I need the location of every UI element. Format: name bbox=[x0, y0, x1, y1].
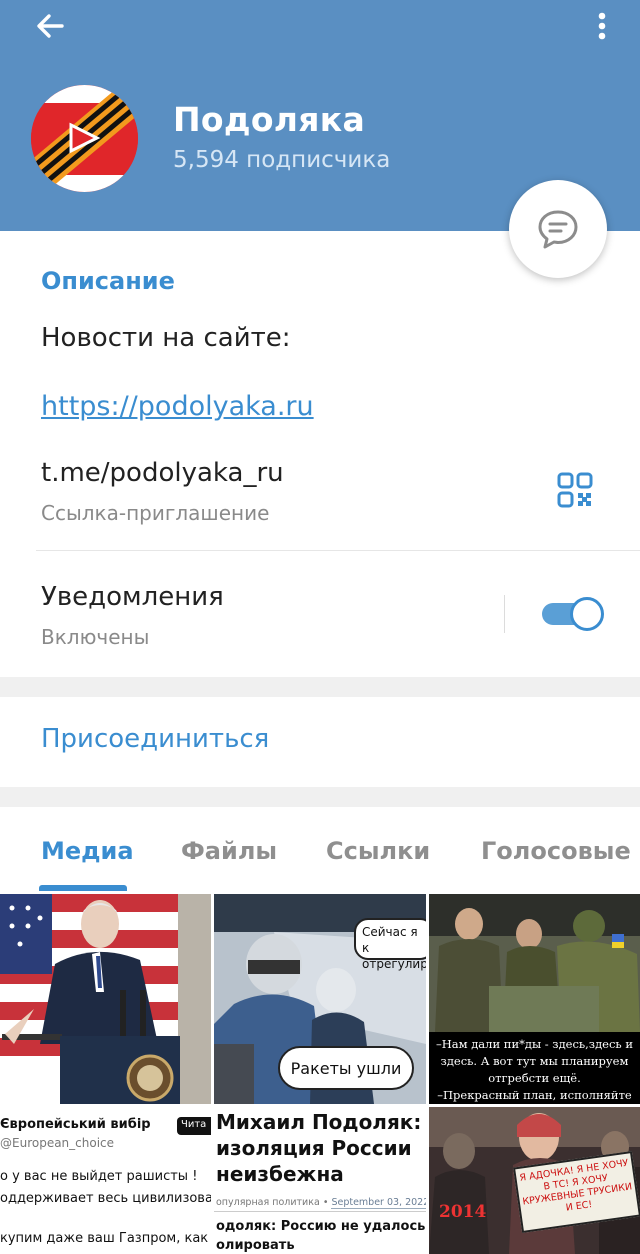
description-text: Новости на сайте: bbox=[41, 323, 291, 353]
media-thumbnail[interactable]: Сейчас я к отрегулир Ракеты ушли bbox=[214, 894, 426, 1104]
media-thumbnail[interactable]: –Нам дали пи*ды - здесь,здесь и здесь. А… bbox=[429, 894, 640, 1104]
article-meta: опулярная политика • September 03, 2022 bbox=[216, 1197, 426, 1209]
media-grid: Сейчас я к отрегулир Ракеты ушли –Нам да… bbox=[0, 894, 640, 1254]
meme-caption: –Нам дали пи*ды - здесь,здесь и здесь. А… bbox=[429, 1032, 640, 1104]
invite-link[interactable]: t.me/podolyaka_ru bbox=[41, 458, 284, 488]
qr-code-icon bbox=[557, 472, 593, 508]
article-category: опулярная политика bbox=[216, 1197, 320, 1208]
channel-logo bbox=[31, 85, 138, 192]
subheadline-line: одоляк: Россию не удалось bbox=[216, 1219, 426, 1234]
channel-title: Подоляка bbox=[173, 100, 366, 139]
vertical-separator bbox=[504, 595, 505, 633]
subscriber-count: 5,594 подписчика bbox=[173, 147, 391, 173]
headline-line: Михаил Подоляк: bbox=[216, 1110, 422, 1134]
back-button[interactable] bbox=[30, 6, 70, 46]
caption-line: –Прекрасный план, исполняйте bbox=[437, 1088, 632, 1102]
kebab-menu-icon bbox=[598, 12, 606, 40]
photo-podium bbox=[0, 894, 211, 1104]
channel-info-section: Описание Новости на сайте: https://podol… bbox=[0, 231, 640, 677]
chat-bubble-icon bbox=[538, 210, 578, 249]
notifications-toggle[interactable] bbox=[542, 597, 604, 631]
site-link[interactable]: https://podolyaka.ru bbox=[41, 391, 314, 422]
headline-line: изоляция России bbox=[216, 1136, 412, 1160]
caption-line: здесь. А вот тут мы планируем bbox=[440, 1054, 629, 1068]
post-text: оддерживает весь цивилизованн bbox=[0, 1191, 211, 1206]
photo-map-meeting bbox=[429, 894, 640, 1032]
tab-files[interactable]: Файлы bbox=[181, 837, 277, 865]
article-headline: Михаил Подоляк: изоляция России неизбежн… bbox=[216, 1109, 426, 1187]
headline-line: неизбежна bbox=[216, 1162, 344, 1186]
media-thumbnail[interactable]: Європейський вибір @European_choice Чита… bbox=[0, 1107, 211, 1254]
toggle-knob bbox=[570, 597, 604, 631]
media-thumbnail[interactable]: Михаил Подоляк: изоляция России неизбежн… bbox=[214, 1107, 426, 1254]
notifications-status: Включены bbox=[41, 625, 150, 649]
divider bbox=[214, 1211, 426, 1212]
join-row: Присоединиться bbox=[0, 697, 640, 787]
join-button[interactable]: Присоединиться bbox=[41, 724, 269, 754]
divider bbox=[36, 550, 640, 551]
speech-bubble: Сейчас я к отрегулир bbox=[354, 918, 426, 971]
post-author: Європейський вибір bbox=[0, 1117, 151, 1132]
speech-bubble: Ракеты ушли bbox=[278, 1046, 414, 1090]
description-heading: Описание bbox=[41, 267, 175, 295]
tab-voice[interactable]: Голосовые bbox=[481, 837, 631, 865]
article-date: September 03, 2022 bbox=[331, 1197, 426, 1209]
post-text: купим даже ваш Газпром, как ку bbox=[0, 1231, 211, 1246]
tab-links[interactable]: Ссылки bbox=[326, 837, 430, 865]
active-tab-indicator bbox=[39, 885, 127, 891]
more-options-button[interactable] bbox=[590, 6, 614, 46]
follow-badge: Чита bbox=[177, 1117, 211, 1135]
post-handle: @European_choice bbox=[0, 1136, 115, 1150]
channel-avatar[interactable] bbox=[31, 85, 138, 192]
media-thumbnail[interactable]: 2014 Я АДОЧКА! Я НЕ ХОЧУ В ТС! Я ХОЧУ КР… bbox=[429, 1107, 640, 1254]
invite-link-caption: Ссылка-приглашение bbox=[41, 501, 270, 525]
section-gap bbox=[0, 677, 640, 697]
post-text: о у вас не выйдет рашисты ! bbox=[0, 1169, 198, 1184]
caption-line: –Нам дали пи*ды - здесь,здесь и bbox=[435, 1037, 633, 1051]
caption-line: отгребсти ещё. bbox=[488, 1071, 581, 1085]
tab-media[interactable]: Медиа bbox=[41, 837, 134, 865]
year-label: 2014 bbox=[439, 1202, 487, 1222]
arrow-left-icon bbox=[37, 14, 64, 38]
media-thumbnail[interactable] bbox=[0, 894, 211, 1104]
section-gap bbox=[0, 787, 640, 807]
discussion-button[interactable] bbox=[509, 180, 607, 278]
qr-code-button[interactable] bbox=[557, 472, 593, 508]
media-tabs: Медиа Файлы Ссылки Голосовые bbox=[0, 807, 640, 894]
article-subheadline: одоляк: Россию не удалось олировать bbox=[216, 1217, 425, 1254]
subheadline-line: олировать bbox=[216, 1238, 295, 1253]
notifications-label: Уведомления bbox=[41, 582, 224, 612]
